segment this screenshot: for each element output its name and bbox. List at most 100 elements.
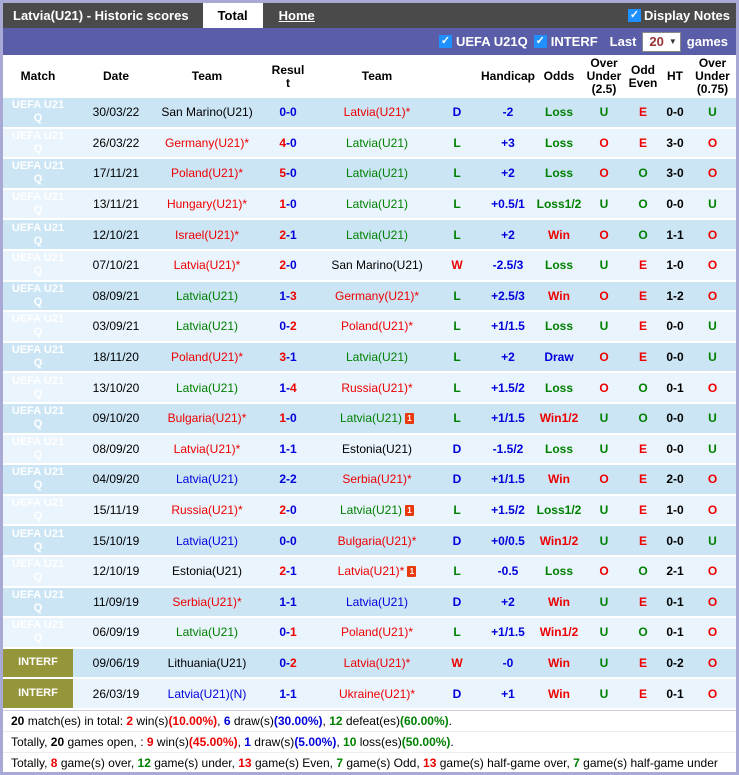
half-time-score: 0-0 <box>661 434 689 464</box>
full-time-score: 2-1 <box>255 220 321 249</box>
full-time-score: 1-1 <box>255 679 321 708</box>
half-time-score: 0-0 <box>661 342 689 372</box>
competition-badge: UEFA U21 Q <box>3 128 73 158</box>
team-name: Latvia(U21) <box>175 625 239 640</box>
column-header: Over Under (2.5) <box>586 56 622 96</box>
home-team: Latvia(U21) <box>159 465 255 494</box>
display-notes-toggle[interactable]: ✓ Display Notes <box>628 8 736 23</box>
full-time-score: 0-2 <box>255 312 321 341</box>
over-under-2-5: U <box>583 526 625 555</box>
result-letter: D <box>433 434 481 464</box>
team-name: Poland(U21) <box>170 350 239 365</box>
odd-even: O <box>625 220 661 249</box>
summary-line: Totally, 8 game(s) over, 12 game(s) unde… <box>11 755 718 770</box>
over-under-2-5: U <box>583 495 625 525</box>
away-team: Latvia(U21) <box>321 159 433 188</box>
team-name: Serbia(U21) <box>342 472 408 487</box>
full-time-score: 4-0 <box>255 128 321 158</box>
home-team: Lithuania(U21) <box>159 648 255 678</box>
competition-badge: UEFA U21 Q <box>3 587 73 617</box>
team-name: Estonia(U21) <box>341 441 413 456</box>
tab-home[interactable]: Home <box>279 8 315 23</box>
over-under-0-75: U <box>689 312 736 341</box>
match-row: UEFA U21 Q 18/11/20 Poland(U21)* 3-1 Latv… <box>3 342 736 372</box>
team-name: Latvia(U21) <box>175 472 239 487</box>
odd-even: E <box>625 98 661 127</box>
historic-scores-page: Latvia(U21) - Historic scores Total Home… <box>0 0 739 775</box>
result-letter: L <box>433 495 481 525</box>
handicap-value: +1.5/2 <box>481 373 535 402</box>
match-row: INTERF 09/06/19 Lithuania(U21) 0-2 Latvi… <box>3 648 736 678</box>
team-name: Latvia(U21) <box>345 166 409 181</box>
odd-even: O <box>625 618 661 647</box>
top-bar: Latvia(U21) - Historic scores Total Home… <box>3 3 736 28</box>
over-under-2-5: O <box>583 342 625 372</box>
odd-even: E <box>625 128 661 158</box>
column-header: Handicap <box>481 69 536 83</box>
team-name: Russia(U21) <box>341 380 408 395</box>
odds-result: Loss1/2 <box>535 495 583 525</box>
team-name: Latvia(U21) <box>337 564 400 579</box>
tab-total[interactable]: Total <box>202 3 263 28</box>
column-header: Result <box>271 62 305 90</box>
handicap-value: -2.5/3 <box>481 250 535 280</box>
handicap-value: +2 <box>481 587 535 617</box>
home-marker-star: * <box>408 625 414 640</box>
odds-result: Loss <box>535 98 583 127</box>
home-marker-star: * <box>411 533 417 548</box>
home-team: Hungary(U21)* <box>159 189 255 219</box>
match-row: INTERF 26/03/19 Latvia(U21)(N) 1-1 Ukrai… <box>3 679 736 708</box>
away-team: Estonia(U21) <box>321 434 433 464</box>
over-under-0-75: O <box>689 495 736 525</box>
team-name: Poland(U21) <box>170 166 239 181</box>
competition-badge: UEFA U21 Q <box>3 495 73 525</box>
over-under-2-5: O <box>583 220 625 249</box>
home-marker-star: * <box>414 288 420 303</box>
result-letter: L <box>433 189 481 219</box>
match-date: 08/09/20 <box>73 434 159 464</box>
summary-line: Totally, 20 games open, : 9 win(s)(45.00… <box>3 732 736 753</box>
away-team: Latvia(U21) 1 <box>321 403 433 433</box>
match-date: 12/10/21 <box>73 220 159 249</box>
team-name: Latvia(U21) <box>175 288 239 303</box>
match-date: 26/03/22 <box>73 128 159 158</box>
filter-uefa-u21q[interactable]: ✓ UEFA U21Q <box>438 34 528 49</box>
team-name: Latvia(U21) <box>343 655 406 670</box>
home-marker-star: * <box>244 135 250 150</box>
home-marker-star: * <box>238 350 244 365</box>
checkbox-check-icon[interactable]: ✓ <box>533 35 547 48</box>
half-time-score: 0-1 <box>661 679 689 708</box>
away-team: Latvia(U21) 1 <box>321 495 433 525</box>
competition-badge: UEFA U21 Q <box>3 312 73 341</box>
column-header: HT <box>667 69 683 83</box>
match-row: UEFA U21 Q 07/10/21 Latvia(U21)* 2-0 San … <box>3 250 736 280</box>
result-letter: L <box>433 159 481 188</box>
red-card-icon: 1 <box>405 413 415 425</box>
half-time-score: 2-1 <box>661 556 689 586</box>
full-time-score: 1-0 <box>255 189 321 219</box>
odds-result: Loss <box>535 128 583 158</box>
home-marker-star: * <box>407 472 412 487</box>
column-header: Odd Even <box>628 62 658 90</box>
team-name: Poland(U21) <box>340 625 409 640</box>
match-date: 13/10/20 <box>73 373 159 402</box>
over-under-0-75: U <box>689 189 736 219</box>
competition-badge: UEFA U21 Q <box>3 281 73 311</box>
home-team: Latvia(U21) <box>159 526 255 555</box>
over-under-0-75: O <box>689 556 736 586</box>
home-team: Latvia(U21) <box>159 312 255 341</box>
games-count-select[interactable]: 20 ▼ <box>642 31 681 52</box>
odd-even: O <box>625 159 661 188</box>
result-letter: L <box>433 403 481 433</box>
match-row: UEFA U21 Q 17/11/21 Poland(U21)* 5-0 Latv… <box>3 159 736 188</box>
half-time-score: 2-0 <box>661 465 689 494</box>
half-time-score: 0-1 <box>661 373 689 402</box>
filter-interf[interactable]: ✓ INTERF <box>533 34 598 49</box>
checkbox-check-icon[interactable]: ✓ <box>628 9 642 22</box>
home-team: Israel(U21)* <box>159 220 255 249</box>
team-name: Latvia(U21) <box>175 533 239 548</box>
checkbox-check-icon[interactable]: ✓ <box>438 35 452 48</box>
competition-badge: INTERF <box>3 679 73 708</box>
home-team: Poland(U21)* <box>159 342 255 372</box>
result-letter: L <box>433 220 481 249</box>
